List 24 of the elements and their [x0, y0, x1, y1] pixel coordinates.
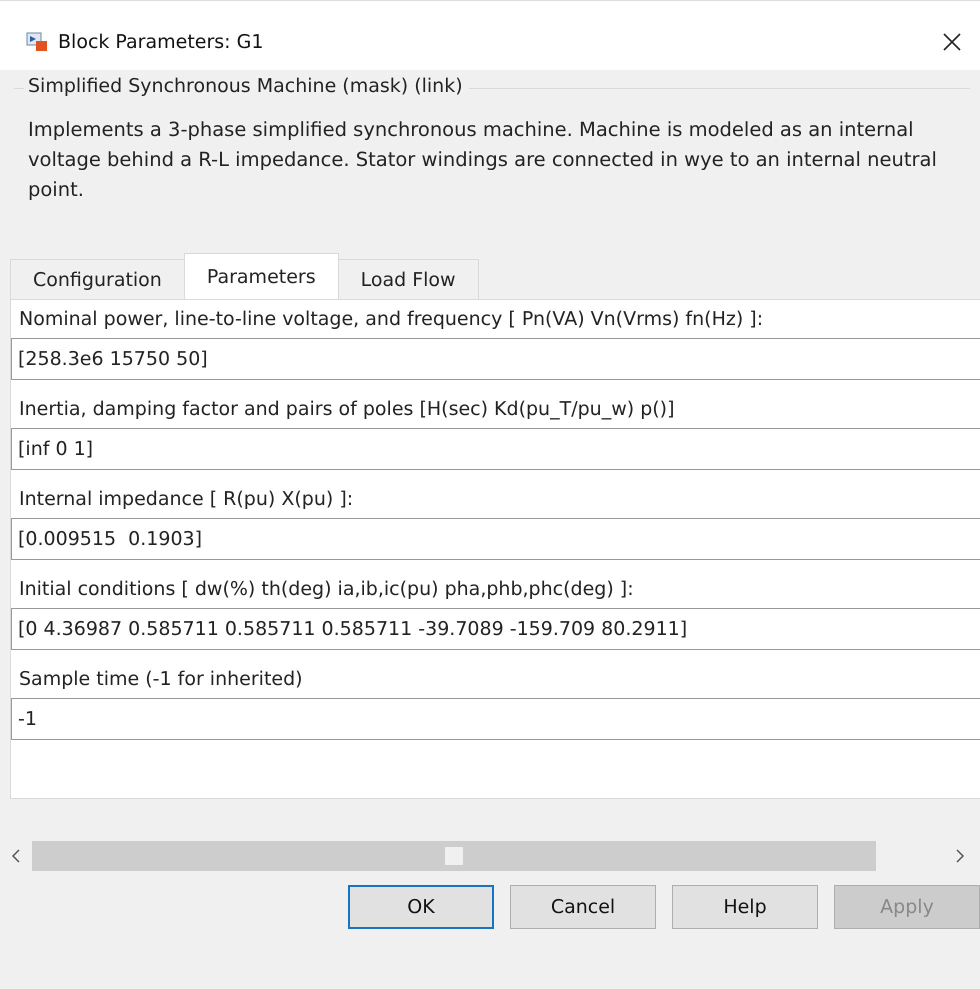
parameter-field[interactable]: [0 4.36987 0.585711 0.585711 0.585711 -39.7089 -159.709 80.2911]: [11, 608, 980, 650]
scroll-right-icon[interactable]: [954, 848, 966, 864]
scroll-left-icon[interactable]: [10, 848, 22, 864]
dialog-button[interactable]: Help: [672, 885, 818, 929]
parameter-field[interactable]: [0.009515 0.1903]: [11, 518, 980, 560]
parameter-label: Sample time (-1 for inherited): [19, 668, 304, 690]
window-title: Block Parameters: G1: [58, 30, 264, 52]
scrollbar-thumb[interactable]: [445, 847, 463, 865]
parameter-field[interactable]: [inf 0 1]: [11, 428, 980, 470]
tab[interactable]: Parameters: [184, 253, 339, 299]
dialog-button[interactable]: OK: [348, 885, 494, 929]
scrollbar-track[interactable]: [32, 841, 876, 871]
group-title: Simplified Synchronous Machine (mask) (link): [24, 75, 469, 97]
parameter-field[interactable]: -1: [11, 698, 980, 740]
parameter-field[interactable]: [258.3e6 15750 50]: [11, 338, 980, 380]
tab[interactable]: Configuration: [10, 259, 185, 299]
dialog-button[interactable]: Cancel: [510, 885, 656, 929]
parameter-label: Internal impedance [ R(pu) X(pu) ]:: [19, 488, 354, 510]
parameter-label: Inertia, damping factor and pairs of poles [H(sec) Kd(pu_T/pu_w) p()]: [19, 398, 676, 420]
tab[interactable]: Load Flow: [338, 259, 479, 299]
parameter-label: Nominal power, line-to-line voltage, and frequency [ Pn(VA) Vn(Vrms) fn(Hz) ]:: [19, 308, 764, 330]
parameter-label: Initial conditions [ dw(%) th(deg) ia,ib,ic(pu) pha,phb,phc(deg) ]:: [19, 578, 635, 600]
block-description: Implements a 3-phase simplified synchronous machine. Machine is modeled as an internal voltage behind a R-L impedance. Stator windings are connected in wye to an internal neutral point.: [28, 117, 938, 203]
block-icon: [26, 32, 48, 52]
